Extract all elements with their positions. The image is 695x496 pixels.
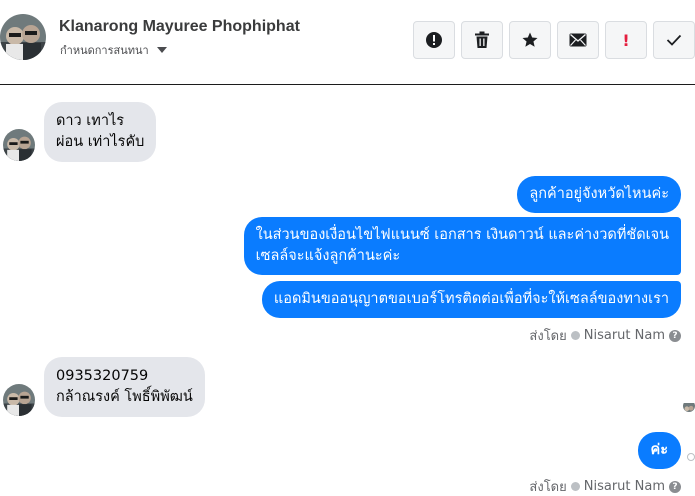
incoming-message[interactable]: ดาว เทาไร ผ่อน เท่าไรคับ — [44, 102, 157, 162]
trash-icon — [475, 31, 489, 48]
flag-button[interactable]: ! — [605, 21, 647, 59]
delete-button[interactable] — [461, 21, 503, 59]
sent-by-label: ส่งโดย Nisarut Nam ? — [529, 325, 681, 346]
mark-unread-button[interactable] — [557, 21, 599, 59]
message-text: ค่ะ — [650, 442, 669, 458]
sent-by-prefix: ส่งโดย — [529, 480, 567, 495]
outgoing-message[interactable]: ในส่วนของเงื่อนไขไฟแนนซ์ เอกสาร เงินดาวน… — [243, 217, 681, 275]
action-toolbar: ! — [413, 21, 695, 59]
contact-avatar[interactable] — [0, 14, 46, 60]
contact-name[interactable]: Klanarong Mayuree Phophiphat — [59, 18, 300, 36]
outgoing-message[interactable]: ค่ะ — [637, 432, 681, 469]
checkmark-icon — [666, 34, 682, 46]
sender-avatar[interactable] — [3, 384, 35, 416]
delivered-receipt-icon — [687, 453, 695, 461]
sent-by-name[interactable]: Nisarut Nam — [584, 479, 665, 494]
message-line: ในส่วนของเงื่อนไขไฟแนนซ์ เอกสาร เงินดาวน… — [255, 227, 669, 243]
incoming-message[interactable]: 0935320759 กล้าณรงค์ โพธิ์พิพัฒน์ — [44, 357, 205, 417]
message-line: เซลล์จะแจ้งลูกค้านะค่ะ — [255, 248, 401, 264]
conversation-settings[interactable]: กำหนดการสนทนา — [60, 41, 167, 59]
alert-circle-icon — [426, 32, 442, 48]
star-button[interactable] — [509, 21, 551, 59]
mark-spam-button[interactable] — [413, 21, 455, 59]
outgoing-message[interactable]: ลูกค้าอยู่จังหวัดไหนค่ะ — [517, 176, 681, 213]
help-icon[interactable]: ? — [669, 329, 681, 342]
sent-by-prefix: ส่งโดย — [529, 329, 567, 344]
message-line: ดาว เทาไร — [56, 113, 125, 129]
outgoing-message[interactable]: แอดมินขออนุญาตขอเบอร์โทรติดต่อเพื่อที่จะ… — [261, 281, 681, 318]
help-icon[interactable]: ? — [669, 480, 681, 493]
verified-icon — [570, 331, 580, 340]
message-line: 0935320759 — [56, 368, 149, 384]
seen-avatar — [683, 400, 695, 412]
exclamation-icon: ! — [622, 30, 630, 50]
message-line: กล้าณรงค์ โพธิ์พิพัฒน์ — [56, 389, 193, 405]
envelope-icon — [569, 33, 587, 47]
verified-icon — [570, 482, 580, 491]
sender-avatar[interactable] — [3, 129, 35, 161]
caret-down-icon — [156, 47, 167, 53]
message-text: แอดมินขออนุญาตขอเบอร์โทรติดต่อเพื่อที่จะ… — [273, 291, 669, 307]
conversation-header: Klanarong Mayuree Phophiphat กำหนดการสนท… — [0, 0, 695, 85]
message-text: ลูกค้าอยู่จังหวัดไหนค่ะ — [529, 186, 669, 202]
mark-done-button[interactable] — [653, 21, 695, 59]
message-line: ผ่อน เท่าไรคับ — [56, 134, 145, 150]
conversation-settings-label: กำหนดการสนทนา — [60, 44, 149, 57]
sent-by-label: ส่งโดย Nisarut Nam ? — [529, 476, 681, 496]
sent-by-name[interactable]: Nisarut Nam — [584, 328, 665, 343]
star-icon — [522, 32, 538, 47]
